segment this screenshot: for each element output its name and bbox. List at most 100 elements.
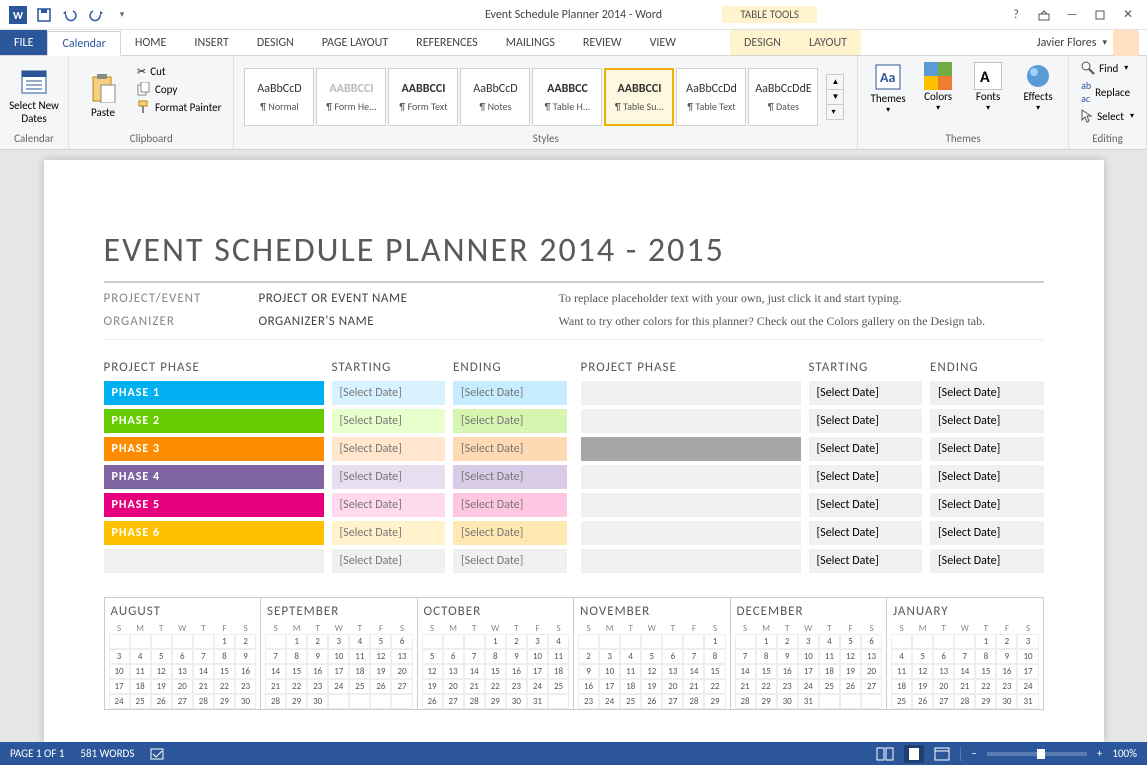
phase-start-date[interactable]: [Select Date]: [332, 409, 446, 433]
calendar-day[interactable]: 22: [756, 679, 777, 694]
calendar-month[interactable]: DECEMBERSMTWTFS.123456789101112131415161…: [731, 598, 888, 709]
calendar-day[interactable]: 12: [641, 664, 662, 679]
calendar-day[interactable]: .: [172, 634, 193, 649]
calendar-day[interactable]: 16: [307, 664, 328, 679]
calendar-day[interactable]: 6: [172, 649, 193, 664]
calendar-day[interactable]: 11: [891, 664, 912, 679]
phase-name-empty[interactable]: [581, 409, 801, 433]
calendar-day[interactable]: 26: [422, 694, 443, 709]
phase-name-empty[interactable]: [581, 493, 801, 517]
calendar-day[interactable]: 26: [151, 694, 172, 709]
calendar-day[interactable]: 16: [777, 664, 798, 679]
calendar-day[interactable]: 25: [819, 679, 840, 694]
calendar-day[interactable]: 2: [777, 634, 798, 649]
calendar-day[interactable]: 1: [704, 634, 725, 649]
calendar-day[interactable]: 19: [370, 664, 391, 679]
styles-scroll-down-icon[interactable]: ▼: [827, 89, 843, 104]
calendar-day[interactable]: 9: [235, 649, 256, 664]
themes-button[interactable]: AaThemes▾: [866, 62, 910, 115]
phase-name-empty[interactable]: [104, 549, 324, 573]
calendar-day[interactable]: 11: [548, 649, 569, 664]
phase-end-date[interactable]: [Select Date]: [930, 493, 1044, 517]
calendar-day[interactable]: 5: [370, 634, 391, 649]
calendar-day[interactable]: 12: [151, 664, 172, 679]
styles-gallery[interactable]: AaBbCcD¶ NormalAABBCCI¶ Form He...AABBCC…: [242, 64, 820, 130]
tab-design[interactable]: DESIGN: [243, 30, 308, 55]
tab-view[interactable]: VIEW: [636, 30, 690, 55]
calendar-day[interactable]: .: [151, 634, 172, 649]
phase-table-right[interactable]: PROJECT PHASESTARTINGENDING[Select Date]…: [581, 360, 1044, 577]
calendar-day[interactable]: 4: [819, 634, 840, 649]
calendar-day[interactable]: 22: [704, 679, 725, 694]
calendar-day[interactable]: 20: [662, 679, 683, 694]
print-layout-icon[interactable]: [904, 745, 924, 763]
calendar-day[interactable]: 16: [996, 664, 1017, 679]
calendar-day[interactable]: 6: [861, 634, 882, 649]
calendar-day[interactable]: .: [840, 694, 861, 709]
calendar-day[interactable]: .: [662, 634, 683, 649]
colors-button[interactable]: Colors▾: [916, 62, 960, 113]
phase-row[interactable]: PHASE 4[Select Date][Select Date]: [104, 465, 567, 489]
calendar-day[interactable]: 20: [172, 679, 193, 694]
calendar-day[interactable]: 14: [193, 664, 214, 679]
calendar-day[interactable]: 25: [548, 679, 569, 694]
calendar-day[interactable]: 26: [840, 679, 861, 694]
calendar-day[interactable]: 13: [933, 664, 954, 679]
calendar-day[interactable]: 30: [506, 694, 527, 709]
user-area[interactable]: Javier Flores ▾: [1037, 30, 1147, 55]
qat-dropdown-icon[interactable]: ▾: [110, 3, 134, 27]
calendar-day[interactable]: 19: [641, 679, 662, 694]
calendar-day[interactable]: 6: [391, 634, 412, 649]
calendar-day[interactable]: 28: [464, 694, 485, 709]
maximize-icon[interactable]: [1087, 4, 1113, 26]
phase-start-date[interactable]: [Select Date]: [332, 521, 446, 545]
phase-end-date[interactable]: [Select Date]: [453, 465, 567, 489]
calendar-day[interactable]: .: [443, 634, 464, 649]
word-count[interactable]: 581 WORDS: [80, 747, 134, 760]
calendar-day[interactable]: 30: [996, 694, 1017, 709]
phase-table-left[interactable]: PROJECT PHASESTARTINGENDINGPHASE 1[Selec…: [104, 360, 567, 577]
zoom-slider[interactable]: [987, 752, 1087, 756]
calendar-day[interactable]: 10: [109, 664, 130, 679]
calendar-day[interactable]: 12: [840, 649, 861, 664]
calendar-day[interactable]: 3: [798, 634, 819, 649]
phase-start-date[interactable]: [Select Date]: [332, 549, 446, 573]
calendar-day[interactable]: .: [735, 634, 756, 649]
tab-page-layout[interactable]: PAGE LAYOUT: [308, 30, 402, 55]
calendar-day[interactable]: 9: [578, 664, 599, 679]
calendar-day[interactable]: 6: [933, 649, 954, 664]
calendar-day[interactable]: 7: [735, 649, 756, 664]
calendar-day[interactable]: 18: [620, 679, 641, 694]
phase-row[interactable]: PHASE 3[Select Date][Select Date]: [104, 437, 567, 461]
calendar-day[interactable]: 24: [599, 694, 620, 709]
calendar-day[interactable]: 19: [840, 664, 861, 679]
calendar-day[interactable]: 18: [130, 679, 151, 694]
calendar-month[interactable]: OCTOBERSMTWTFS...12345678910111213141516…: [418, 598, 575, 709]
phase-end-date[interactable]: [Select Date]: [453, 409, 567, 433]
proofing-icon[interactable]: [150, 747, 166, 761]
calendar-day[interactable]: 27: [861, 679, 882, 694]
calendar-day[interactable]: .: [891, 634, 912, 649]
phase-name-empty[interactable]: [581, 549, 801, 573]
calendar-day[interactable]: .: [464, 634, 485, 649]
select-button[interactable]: Select▾: [1077, 108, 1138, 124]
replace-button[interactable]: abacReplace: [1077, 78, 1138, 106]
calendar-day[interactable]: 19: [912, 679, 933, 694]
calendar-strip[interactable]: AUGUSTSMTWTFS.....1234567891011121314151…: [104, 597, 1044, 710]
calendar-day[interactable]: .: [641, 634, 662, 649]
calendar-day[interactable]: 17: [1017, 664, 1038, 679]
calendar-day[interactable]: 27: [933, 694, 954, 709]
page[interactable]: EVENT SCHEDULE PLANNER 2014 - 2015 PROJE…: [44, 160, 1104, 742]
calendar-day[interactable]: 9: [506, 649, 527, 664]
calendar-day[interactable]: 23: [235, 679, 256, 694]
calendar-day[interactable]: 11: [819, 649, 840, 664]
phase-name[interactable]: PHASE 5: [104, 493, 324, 517]
calendar-day[interactable]: .: [109, 634, 130, 649]
calendar-day[interactable]: 28: [193, 694, 214, 709]
tab-table-layout[interactable]: LAYOUT: [795, 30, 861, 55]
copy-button[interactable]: Copy: [133, 81, 225, 97]
calendar-day[interactable]: 7: [193, 649, 214, 664]
calendar-day[interactable]: 7: [464, 649, 485, 664]
calendar-day[interactable]: 15: [756, 664, 777, 679]
calendar-month[interactable]: JANUARYSMTWTFS....1234567891011121314151…: [887, 598, 1043, 709]
